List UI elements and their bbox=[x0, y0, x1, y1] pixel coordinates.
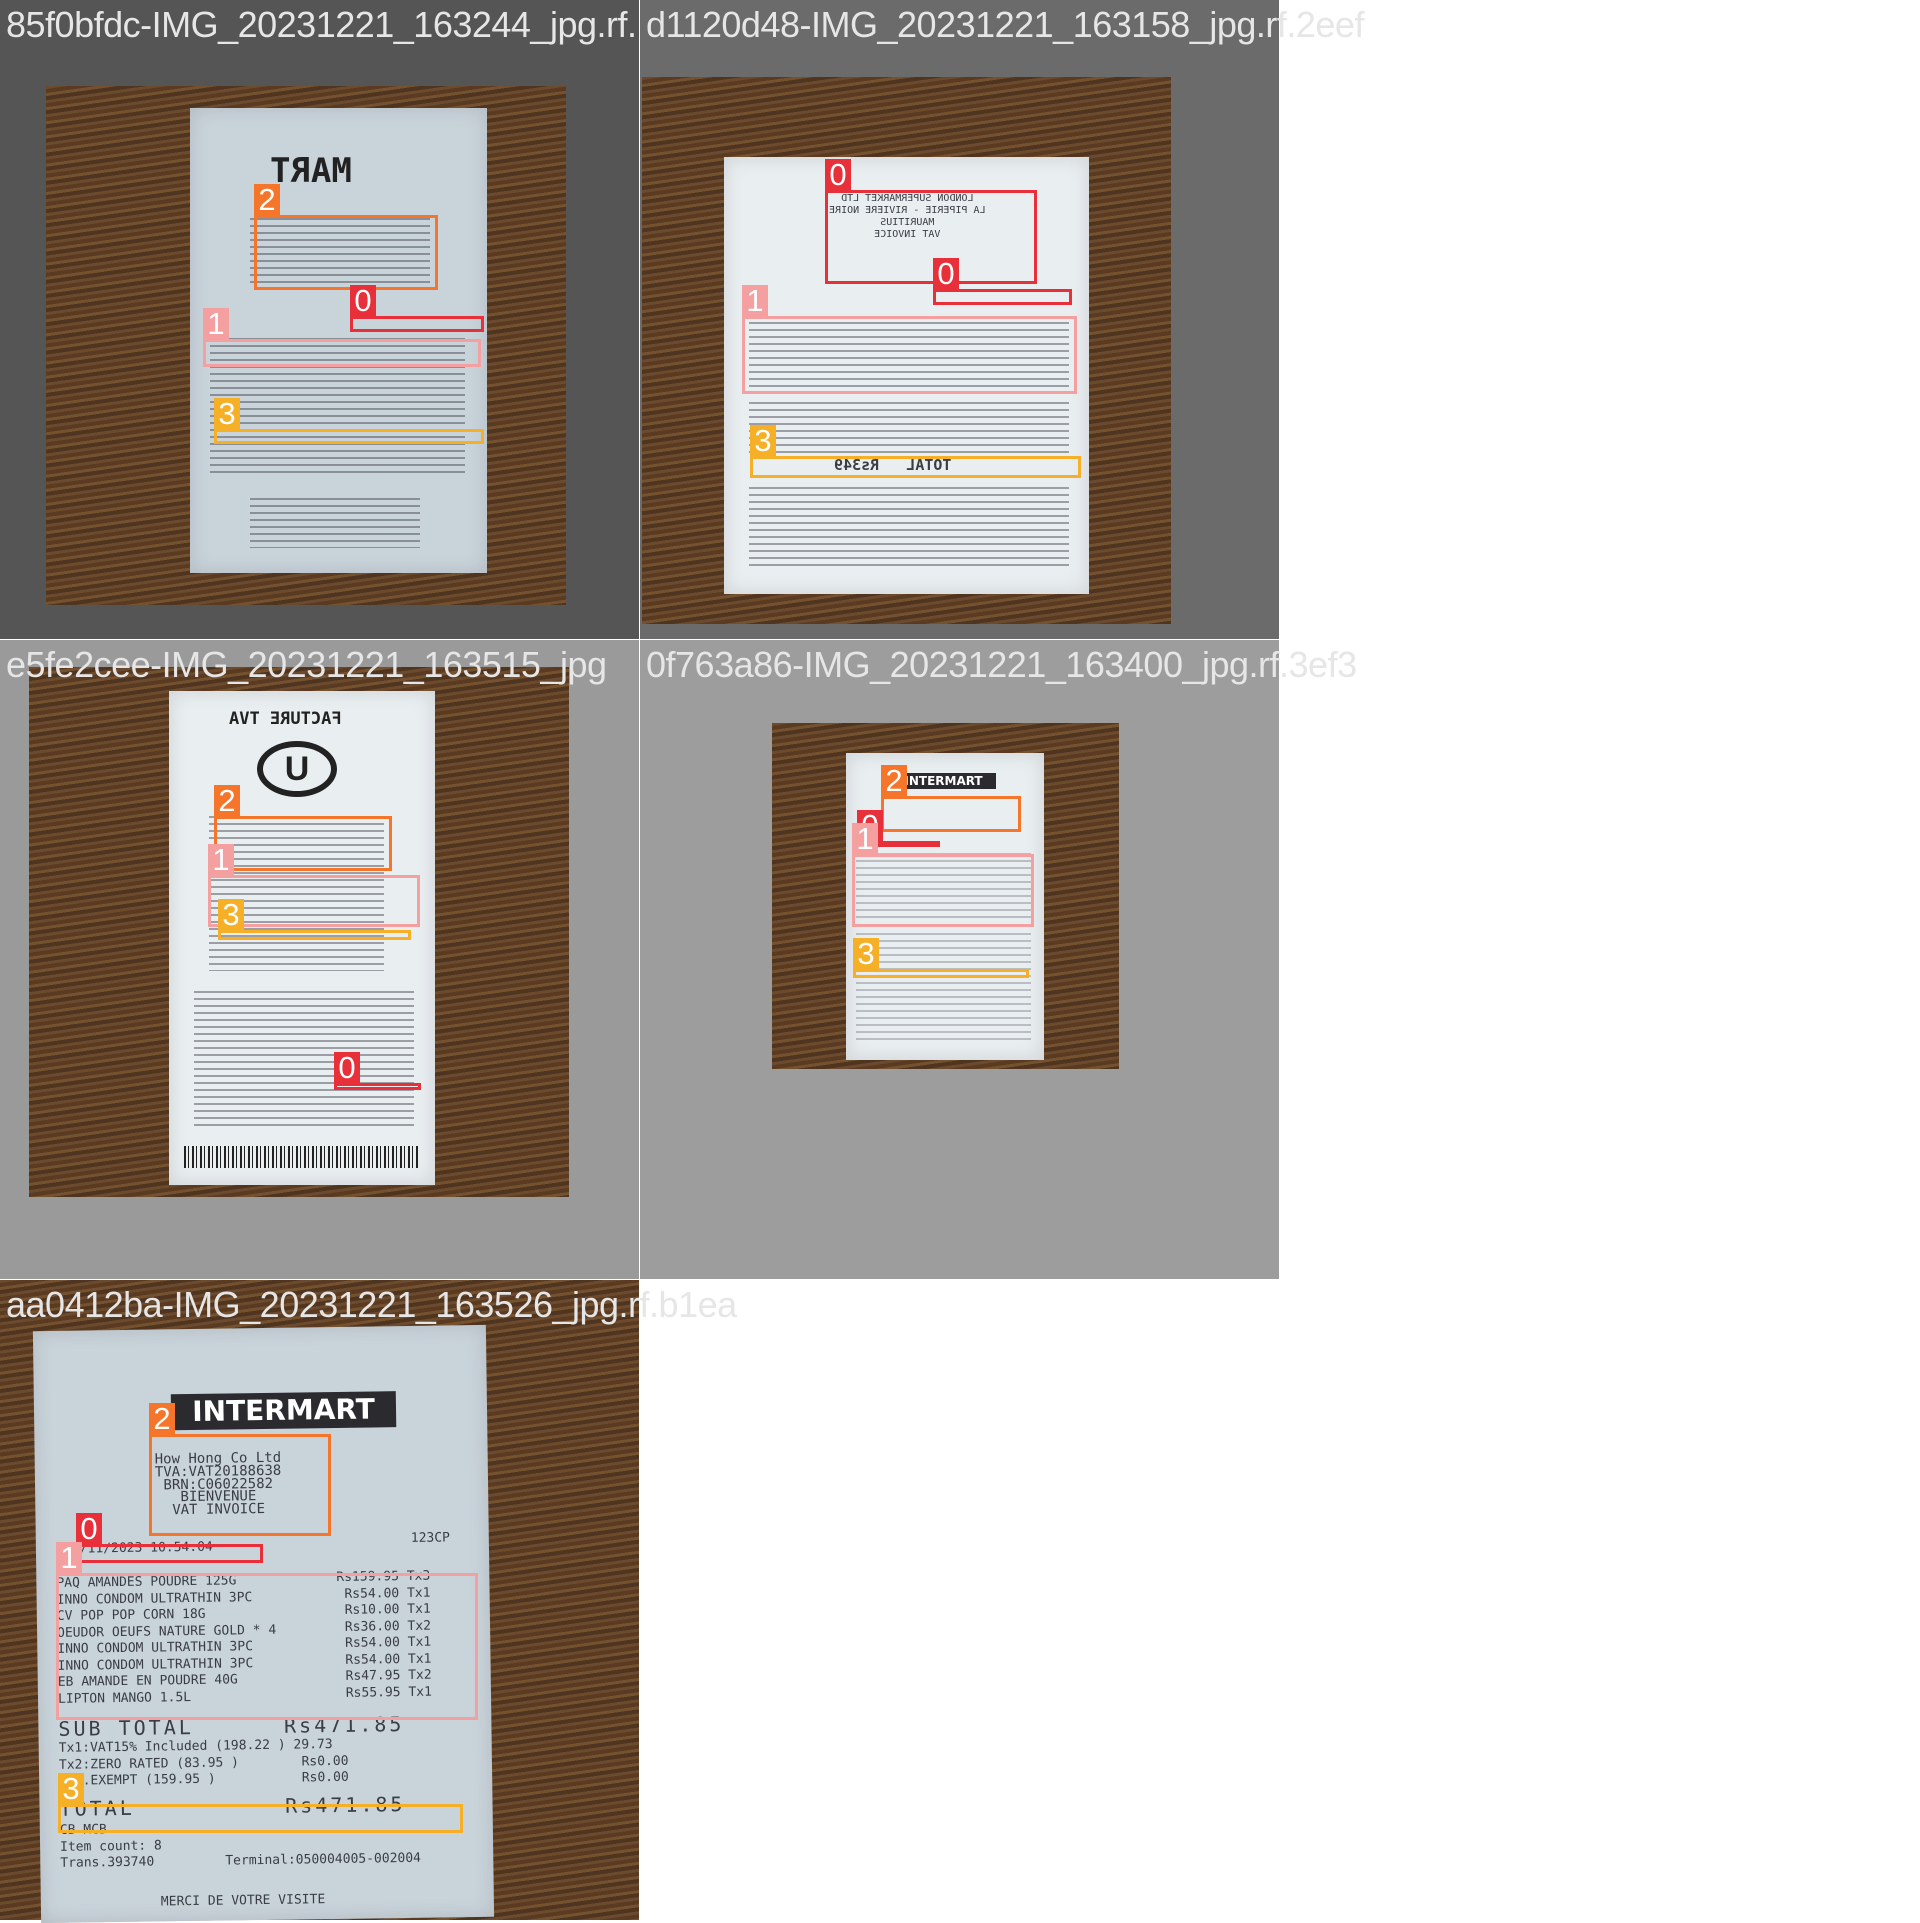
class-label-tag: 1 bbox=[56, 1542, 82, 1574]
bbox-class-2: 2 bbox=[254, 184, 438, 290]
bbox-class-3: 3 bbox=[214, 398, 484, 444]
bbox-class-0: 0 bbox=[933, 258, 1072, 305]
image-tile-4: INTERMART 2 0 1 3 0f763a86-IMG_20231221_… bbox=[640, 640, 1357, 1280]
bbox-class-0: 0 bbox=[825, 159, 1037, 284]
receipt-logo: MART bbox=[270, 151, 352, 191]
bbox-class-0: 0 bbox=[76, 1513, 263, 1563]
receipt-tax: Tx1:VAT15% Included (198.22 ) 29.73 Tx2:… bbox=[58, 1737, 349, 1789]
bbox-class-1: 1 bbox=[852, 823, 1034, 927]
image-tile-1: 85f0bfdc-IMG_20231221_163244_jpg.rf. MAR… bbox=[0, 0, 640, 640]
image-title: e5fe2cee-IMG_20231221_163515_jpg bbox=[6, 644, 607, 685]
bbox-class-1: 1 bbox=[203, 308, 481, 367]
class-label-tag: 1 bbox=[203, 308, 229, 340]
bbox-class-3: 3 bbox=[853, 938, 1029, 978]
class-label-tag: 2 bbox=[149, 1403, 175, 1435]
class-label-tag: 3 bbox=[853, 938, 879, 970]
image-tile-5: INTERMART How Hong Co Ltd TVA:VAT2018863… bbox=[0, 1280, 737, 1923]
class-label-tag: 3 bbox=[214, 398, 240, 430]
class-label-tag: 0 bbox=[334, 1052, 360, 1084]
bbox-class-2: 2 bbox=[214, 785, 392, 871]
class-label-tag: 3 bbox=[750, 425, 776, 457]
class-label-tag: 0 bbox=[825, 159, 851, 191]
bbox-class-2: 2 bbox=[149, 1403, 331, 1536]
class-label-tag: 2 bbox=[214, 785, 240, 817]
bbox-class-1: 1 bbox=[742, 285, 1077, 394]
bbox-class-0: 0 bbox=[334, 1052, 421, 1090]
image-title: aa0412ba-IMG_20231221_163526_jpg.rf.b1ea bbox=[6, 1284, 737, 1325]
class-label-tag: 1 bbox=[852, 823, 878, 855]
class-label-tag: 0 bbox=[76, 1513, 102, 1545]
receipt-thanks: MERCI DE VOTRE VISITE bbox=[160, 1892, 326, 1910]
class-label-tag: 1 bbox=[208, 844, 234, 876]
bbox-class-0: 0 bbox=[350, 285, 484, 332]
image-title: 85f0bfdc-IMG_20231221_163244_jpg.rf. bbox=[6, 4, 637, 45]
class-label-tag: 2 bbox=[881, 765, 907, 797]
receipt-logo: INTERMART bbox=[170, 1391, 397, 1431]
image-title: d1120d48-IMG_20231221_163158_jpg.rf.2eef bbox=[646, 4, 1364, 45]
bbox-class-1: 1 bbox=[56, 1542, 478, 1720]
bbox-class-3: 3 bbox=[750, 425, 1081, 478]
class-label-tag: 1 bbox=[742, 285, 768, 317]
class-label-tag: 2 bbox=[254, 184, 280, 216]
bbox-class-3: 3 bbox=[58, 1773, 463, 1833]
bbox-class-3: 3 bbox=[218, 899, 411, 940]
receipt-code: 123CP bbox=[410, 1530, 451, 1546]
bbox-class-2: 2 bbox=[881, 765, 1021, 832]
barcode bbox=[184, 1146, 419, 1168]
receipt-logo: FACTURE TVA bbox=[229, 709, 342, 729]
image-tile-2: LONDON SUPERMARKET LTD LA PIPERIE - RIVI… bbox=[640, 0, 1364, 640]
brand-logo: U bbox=[257, 741, 337, 797]
class-label-tag: 0 bbox=[933, 258, 959, 290]
class-label-tag: 0 bbox=[350, 285, 376, 317]
receipt-terminal: Terminal:050004005-002004 bbox=[225, 1850, 422, 1869]
image-title: 0f763a86-IMG_20231221_163400_jpg.rf.3ef3 bbox=[646, 644, 1357, 685]
class-label-tag: 3 bbox=[218, 899, 244, 931]
class-label-tag: 3 bbox=[58, 1773, 84, 1805]
image-tile-3: FACTURE TVA U 2 1 3 0 e5fe2cee-IMG_20231… bbox=[0, 640, 640, 1280]
